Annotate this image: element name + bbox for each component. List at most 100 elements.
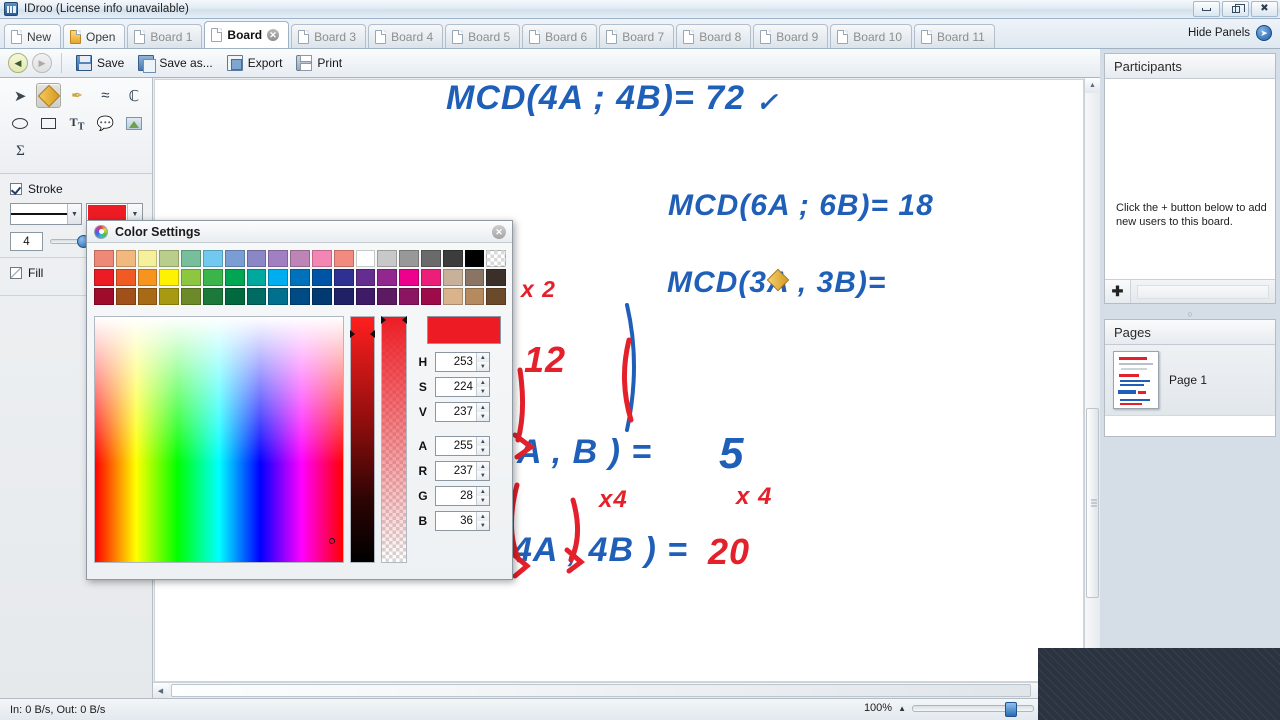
spinner-buttons[interactable]: ▲ ▼ [475, 512, 489, 530]
canvas-vertical-scrollbar[interactable]: ▲ ▼ [1084, 78, 1100, 682]
image-tool[interactable] [122, 111, 146, 136]
palette-swatch[interactable] [159, 288, 180, 305]
spinner-buttons[interactable]: ▲ ▼ [475, 378, 489, 396]
palette-swatch[interactable] [442, 269, 463, 286]
alpha-value[interactable]: 255 [436, 440, 476, 452]
back-button[interactable]: ◀ [8, 53, 28, 73]
select-tool[interactable]: ➤ [8, 83, 32, 108]
new-board-button[interactable]: New [4, 24, 62, 48]
green-spinner[interactable]: 28 ▲ ▼ [434, 486, 490, 506]
palette-swatch[interactable] [311, 250, 332, 267]
value-slider[interactable] [349, 316, 376, 563]
spin-up-icon[interactable]: ▲ [476, 403, 489, 412]
green-value[interactable]: 28 [436, 490, 476, 502]
palette-swatch[interactable] [355, 250, 376, 267]
hue-value[interactable]: 253 [436, 356, 476, 368]
close-tab-icon[interactable]: ✕ [267, 29, 280, 41]
red-value[interactable]: 237 [436, 465, 476, 477]
palette-swatch[interactable] [137, 250, 158, 267]
zoom-slider[interactable] [912, 701, 1034, 717]
board-tab-7[interactable]: Board 7 [599, 24, 675, 48]
participants-list[interactable]: Click the + button below to add new user… [1105, 79, 1275, 279]
board-tab-3[interactable]: Board 3 [291, 24, 367, 48]
palette-swatch[interactable] [224, 250, 245, 267]
palette-swatch[interactable] [464, 288, 485, 305]
palette-swatch[interactable] [181, 250, 201, 267]
hide-panels-button[interactable]: Hide Panels ➤ [1188, 25, 1272, 41]
spin-down-icon[interactable]: ▼ [476, 521, 489, 530]
palette-swatch[interactable] [224, 269, 245, 286]
horizontal-scroll-thumb[interactable] [171, 684, 1031, 697]
board-tab-10[interactable]: Board 10 [830, 24, 912, 48]
blue-value[interactable]: 36 [436, 515, 476, 527]
palette-swatch[interactable] [311, 288, 332, 305]
board-tab-active[interactable]: Board ✕ [204, 21, 290, 48]
spin-down-icon[interactable]: ▼ [476, 496, 489, 505]
alpha-spinner[interactable]: 255 ▲ ▼ [434, 436, 490, 456]
palette-swatch[interactable] [442, 250, 463, 267]
palette-swatch[interactable] [202, 269, 223, 286]
palette-swatch[interactable] [486, 250, 507, 267]
stroke-checkbox-row[interactable]: Stroke [10, 182, 144, 196]
formula-tool[interactable]: Σ [8, 139, 33, 164]
palette-swatch[interactable] [377, 288, 398, 305]
chevron-down-icon[interactable]: ▼ [67, 204, 81, 224]
freeform-tool[interactable]: ℂ [122, 83, 146, 108]
spinner-buttons[interactable]: ▲ ▼ [475, 437, 489, 455]
board-tab-8[interactable]: Board 8 [676, 24, 752, 48]
minimize-button[interactable] [1193, 1, 1220, 17]
spin-up-icon[interactable]: ▲ [476, 378, 489, 387]
palette-swatch[interactable] [420, 250, 441, 267]
palette-swatch[interactable] [246, 250, 267, 267]
palette-swatch[interactable] [115, 250, 136, 267]
palette-swatch[interactable] [399, 250, 419, 267]
dialog-close-button[interactable]: ✕ [492, 225, 506, 239]
vertical-scroll-thumb[interactable] [1086, 408, 1099, 598]
spin-up-icon[interactable]: ▲ [476, 437, 489, 446]
palette-swatch[interactable] [464, 269, 485, 286]
value-value[interactable]: 237 [436, 406, 476, 418]
palette-swatch[interactable] [333, 250, 354, 267]
palette-swatch[interactable] [268, 269, 289, 286]
palette-swatch[interactable] [486, 269, 507, 286]
board-tab-5[interactable]: Board 5 [445, 24, 521, 48]
palette-swatch[interactable] [486, 288, 507, 305]
palette-swatch[interactable] [202, 250, 223, 267]
palette-swatch[interactable] [268, 250, 289, 267]
add-participant-button[interactable]: ✚ [1105, 280, 1131, 303]
hue-spinner[interactable]: 253 ▲ ▼ [434, 352, 490, 372]
palette-swatch[interactable] [115, 269, 136, 286]
palette-swatch[interactable] [181, 269, 201, 286]
export-button[interactable]: Export [222, 53, 288, 73]
panel-splitter[interactable]: ○ [1104, 308, 1276, 319]
restore-button[interactable] [1222, 1, 1249, 17]
spin-up-icon[interactable]: ▲ [476, 487, 489, 496]
print-button[interactable]: Print [291, 53, 347, 73]
palette-swatch[interactable] [333, 288, 354, 305]
line-style-dropdown[interactable]: ▼ [10, 203, 82, 225]
color-settings-dialog[interactable]: Color Settings ✕ H 253 ▲ ▼ S 224 ▲ ▼ V 2… [86, 220, 513, 580]
sv-picker-handle[interactable] [328, 538, 335, 544]
rectangle-tool[interactable] [36, 111, 60, 136]
save-button[interactable]: Save [71, 53, 129, 73]
board-tab-6[interactable]: Board 6 [522, 24, 598, 48]
palette-swatch[interactable] [399, 269, 419, 286]
spin-down-icon[interactable]: ▼ [476, 412, 489, 421]
palette-swatch[interactable] [94, 250, 114, 267]
board-tab-9[interactable]: Board 9 [753, 24, 829, 48]
polyline-tool[interactable]: ≈ [93, 83, 117, 108]
board-tab-4[interactable]: Board 4 [368, 24, 444, 48]
zoom-slider-knob[interactable] [1005, 701, 1017, 717]
palette-swatch[interactable] [377, 250, 398, 267]
dialog-titlebar[interactable]: Color Settings ✕ [87, 221, 512, 243]
palette-swatch[interactable] [355, 269, 376, 286]
palette-swatch[interactable] [442, 288, 463, 305]
saturation-spinner[interactable]: 224 ▲ ▼ [434, 377, 490, 397]
palette-swatch[interactable] [464, 250, 485, 267]
arrow-right-icon[interactable]: ➤ [1256, 25, 1272, 41]
palette-swatch[interactable] [159, 250, 180, 267]
save-as-button[interactable]: Save as... [133, 53, 217, 73]
palette-swatch[interactable] [333, 269, 354, 286]
spin-up-icon[interactable]: ▲ [476, 512, 489, 521]
palette-swatch[interactable] [420, 269, 441, 286]
